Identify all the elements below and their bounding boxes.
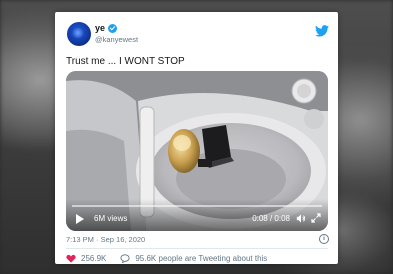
tweet-text: Trust me ... I WONT STOP <box>66 56 185 67</box>
avatar[interactable] <box>67 22 91 46</box>
video-time: 0:08 / 0:08 <box>252 214 290 223</box>
play-icon[interactable] <box>76 214 84 224</box>
user-handle[interactable]: @kanyewest <box>95 35 138 44</box>
divider <box>66 248 328 249</box>
volume-icon[interactable] <box>296 213 306 224</box>
tweet-timestamp[interactable]: 7:13 PM · Sep 16, 2020 <box>66 235 145 244</box>
tweeting-about-text: 95.6K people are Tweeting about this <box>135 254 268 263</box>
video-progress-bar[interactable] <box>72 205 322 207</box>
view-count: 6M views <box>94 214 128 223</box>
heart-icon[interactable] <box>66 254 76 263</box>
video-player[interactable]: 6M views 0:08 / 0:08 <box>66 71 328 231</box>
like-count[interactable]: 256.9K <box>81 254 106 263</box>
info-icon[interactable]: i <box>319 234 329 244</box>
engagement-row: 256.9K 95.6K people are Tweeting about t… <box>66 254 267 263</box>
embedded-tweet-card[interactable]: ye @kanyewest Trust me ... I WONT STOP 6… <box>55 12 338 264</box>
display-name-row[interactable]: ye <box>95 23 118 33</box>
twitter-bird-icon[interactable] <box>315 25 329 37</box>
verified-badge-icon <box>108 23 118 33</box>
display-name[interactable]: ye <box>95 23 105 33</box>
fullscreen-icon[interactable] <box>311 213 321 223</box>
speech-bubble-icon <box>120 254 130 263</box>
tweeting-about[interactable]: 95.6K people are Tweeting about this <box>120 254 267 263</box>
video-controls: 6M views 0:08 / 0:08 <box>66 199 328 231</box>
